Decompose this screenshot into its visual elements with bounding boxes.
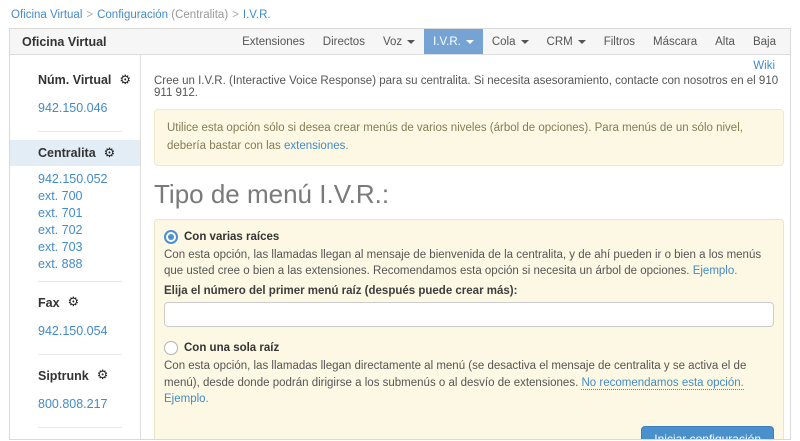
sidebar-section-label: Centralita [38,146,96,160]
alert-text-end: . [345,140,348,152]
nav-tab-label: Cola [492,36,516,48]
sidebar-item-number[interactable]: 942.150.052 [10,166,140,188]
alert-text: Utilice esta opción sólo si desea crear … [167,122,743,152]
nav-tab-label: Alta [715,36,735,48]
nav-tab-label: CRM [547,36,573,48]
sidebar-divider [38,131,122,132]
breadcrumb-separator: > [232,9,239,21]
nav-tab-voz[interactable]: Voz [374,29,424,54]
sidebar-item-number[interactable]: 942.150.054 [10,316,140,346]
nav-tab-label: Baja [753,36,776,48]
sidebar-section-label: Siptrunk [38,369,89,383]
chevron-down-icon [578,40,586,44]
sidebar-item-extension[interactable]: ext. 703 [10,239,140,256]
nav-tab-label: Voz [383,36,402,48]
chevron-down-icon [466,40,474,44]
app-title: Oficina Virtual [10,29,119,54]
breadcrumb: Oficina Virtual > Configuración (Centralit… [0,0,800,28]
sidebar-section-label: Núm. Virtual [38,73,111,87]
radio-label: Con una sola raíz [184,342,279,354]
nav-tab-filtros[interactable]: Filtros [595,29,644,54]
sidebar-divider [38,427,122,428]
option-multi-description: Con esta opción, las llamadas llegan al … [164,247,774,280]
warning-alert: Utilice esta opción sólo si desea crear … [154,109,784,166]
chevron-down-icon [407,40,415,44]
ejemplo-link[interactable]: Ejemplo. [164,393,209,405]
radio-option-single-root[interactable]: Con una sola raíz [164,341,774,355]
main-content: Wiki Cree un I.V.R. (Interactive Voice R… [141,55,790,439]
nav-tab-directos[interactable]: Directos [314,29,374,54]
gear-icon[interactable]: ⚙ [119,74,131,87]
sidebar-item-extension[interactable]: ext. 702 [10,222,140,239]
sidebar-item-extension[interactable]: ext. 701 [10,205,140,222]
main-nav: Extensiones Directos Voz I.V.R. Cola CRM… [233,29,790,54]
chevron-down-icon [521,40,529,44]
gear-icon[interactable]: ⚙ [104,147,116,160]
sidebar-section-title: Centralita ⚙ [10,140,140,166]
sidebar-section-siptrunk: Siptrunk ⚙ 800.808.217 [10,363,140,419]
sidebar-section-num-virtual: Núm. Virtual ⚙ 942.150.046 [10,67,140,123]
sidebar: Núm. Virtual ⚙ 942.150.046 Centralita ⚙ … [10,55,141,439]
app-window: Oficina Virtual Extensiones Directos Voz… [9,28,791,440]
nav-tab-label: Máscara [653,36,697,48]
top-bar: Oficina Virtual Extensiones Directos Voz… [10,29,790,55]
nav-tab-label: Extensiones [242,36,305,48]
sidebar-divider [38,354,122,355]
sidebar-divider [38,281,122,282]
breadcrumb-link-ivr[interactable]: I.V.R. [243,9,271,21]
intro-text: Cree un I.V.R. (Interactive Voice Respon… [154,75,784,99]
option-single-description: Con esta opción, las llamadas llegan dir… [164,358,774,408]
sidebar-section-title: Siptrunk ⚙ [10,363,140,389]
sidebar-section-title: Botón Web ⚙ [10,436,140,441]
page-title: Tipo de menú I.V.R.: [154,179,784,210]
nav-tab-label: Filtros [604,36,635,48]
wiki-link[interactable]: Wiki [753,60,775,72]
sidebar-section-title: Núm. Virtual ⚙ [10,67,140,93]
nav-tab-label: I.V.R. [433,36,461,48]
sidebar-item-number[interactable]: 800.808.217 [10,389,140,419]
root-menu-number-input[interactable] [164,302,774,327]
breadcrumb-link-configuracion[interactable]: Configuración [97,9,168,21]
no-recomendamos-link[interactable]: No recomendamos esta opción. [581,377,743,390]
extensiones-link[interactable]: extensiones [284,140,345,152]
nav-tab-alta[interactable]: Alta [706,29,744,54]
ivr-type-panel: Con varias raíces Con esta opción, las l… [154,219,784,439]
sidebar-item-number[interactable]: 942.150.046 [10,93,140,123]
sidebar-item-extension[interactable]: ext. 700 [10,188,140,205]
nav-tab-label: Directos [323,36,365,48]
nav-tab-ivr[interactable]: I.V.R. [424,29,483,54]
breadcrumb-context: (Centralita) [171,9,228,21]
nav-tab-crm[interactable]: CRM [538,29,595,54]
breadcrumb-link-oficina-virtual[interactable]: Oficina Virtual [11,9,82,21]
sidebar-section-fax: Fax ⚙ 942.150.054 [10,290,140,346]
nav-tab-baja[interactable]: Baja [744,29,785,54]
start-configuration-button[interactable]: Iniciar configuración [641,426,774,439]
nav-tab-mascara[interactable]: Máscara [644,29,706,54]
option-multi-root: Con varias raíces Con esta opción, las l… [164,230,774,339]
breadcrumb-separator: > [86,9,93,21]
radio-option-multi-root[interactable]: Con varias raíces [164,230,774,244]
ejemplo-link[interactable]: Ejemplo. [693,265,738,277]
sidebar-section-centralita: Centralita ⚙ 942.150.052 ext. 700 ext. 7… [10,140,140,273]
description-text: Con esta opción, las llamadas llegan al … [164,249,761,278]
root-menu-number-label: Elija el número del primer menú raíz (de… [164,285,774,297]
gear-icon[interactable]: ⚙ [97,369,109,382]
nav-tab-extensiones[interactable]: Extensiones [233,29,314,54]
sidebar-item-extension[interactable]: ext. 888 [10,256,140,273]
radio-label: Con varias raíces [184,231,279,243]
nav-tab-cola[interactable]: Cola [483,29,538,54]
sidebar-section-title: Fax ⚙ [10,290,140,316]
sidebar-section-label: Fax [38,296,60,310]
sidebar-section-boton-web: Botón Web ⚙ [10,436,140,441]
radio-unchecked-icon[interactable] [164,341,178,355]
panel-footer: Iniciar configuración [164,426,774,439]
radio-checked-icon[interactable] [164,230,178,244]
option-single-root: Con una sola raíz Con esta opción, las l… [164,341,774,408]
gear-icon[interactable]: ⚙ [68,296,80,309]
